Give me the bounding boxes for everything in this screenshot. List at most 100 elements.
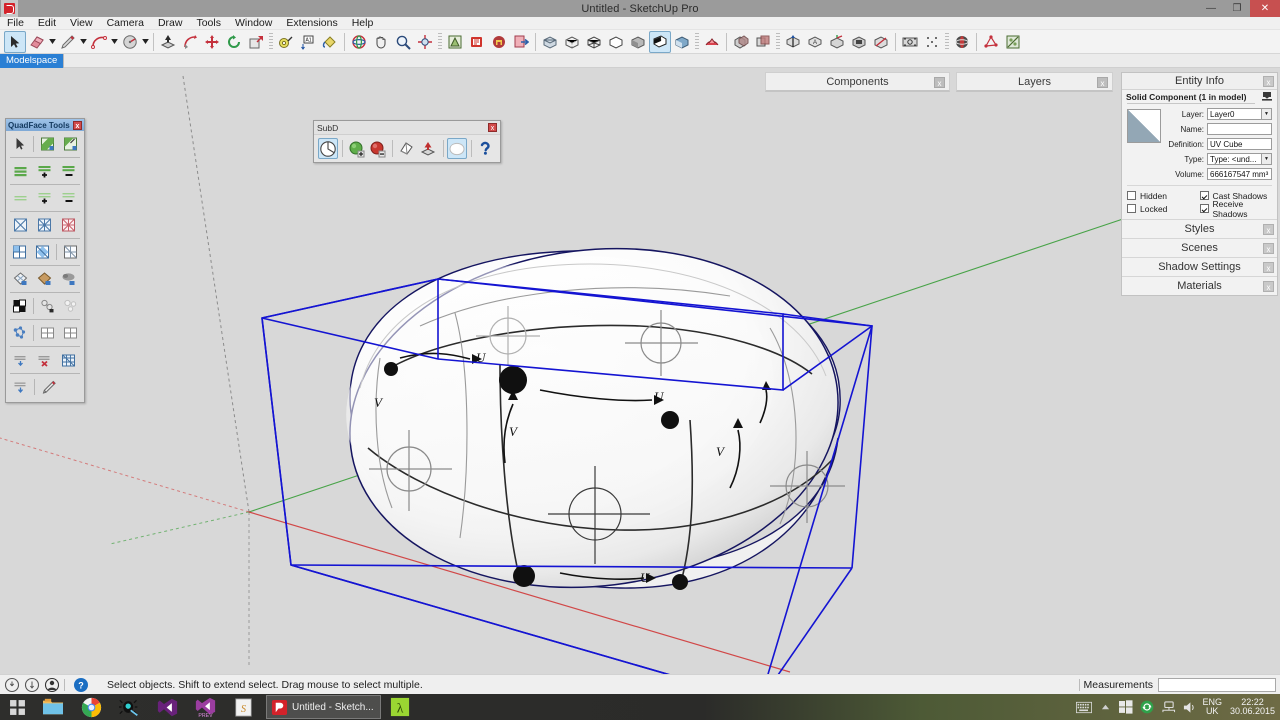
quadface-uv-copy-button[interactable]	[33, 269, 55, 289]
maximize-button[interactable]: ❐	[1224, 0, 1250, 17]
toolbar-scale-button[interactable]	[245, 31, 267, 53]
subd-remove-red-button[interactable]	[369, 138, 389, 159]
quadface-gridquads-button[interactable]	[33, 215, 55, 235]
toolbar-style-wireframe-button[interactable]	[583, 31, 605, 53]
keyboard-icon[interactable]	[1076, 699, 1093, 715]
toolbar-style-xray-button[interactable]	[539, 31, 561, 53]
subd-extrude-button[interactable]	[419, 138, 439, 159]
toolbar-parallel-proj-button[interactable]	[921, 31, 943, 53]
hidden-checkbox-icon[interactable]	[1127, 191, 1136, 200]
toolbar-select-arrow-button[interactable]	[4, 30, 26, 53]
toolbar-style-hiddenline-button[interactable]	[605, 31, 627, 53]
styles-close[interactable]: x	[1263, 224, 1274, 235]
quadface-select-ring-button[interactable]	[37, 134, 58, 154]
quadface-grid-button[interactable]	[37, 323, 58, 343]
taskbar-item-visual-studio[interactable]	[148, 694, 186, 720]
toolbar-style-monochrome-button[interactable]	[649, 30, 671, 53]
quadface-unwrap-button[interactable]	[9, 323, 30, 343]
minimize-button[interactable]: —	[1198, 0, 1224, 17]
menu-camera[interactable]: Camera	[100, 17, 151, 30]
toolbar-vertex-tools-button[interactable]	[980, 31, 1002, 53]
quadface-ring-shrink-button[interactable]	[57, 188, 79, 208]
checkbox-receive-shadows[interactable]: Receive Shadows	[1199, 199, 1273, 219]
menu-window[interactable]: Window	[228, 17, 279, 30]
toolbar-paint-bucket-button[interactable]	[319, 31, 341, 53]
tray-section-scenes[interactable]: Scenes x	[1122, 238, 1277, 257]
toolbar-sandbox-smoove-button[interactable]	[701, 31, 723, 53]
windows-icon[interactable]	[1118, 699, 1134, 715]
toolbar-position-camera-button[interactable]	[848, 31, 870, 53]
subd-close-button[interactable]: x	[488, 123, 497, 132]
tray-section-styles[interactable]: Styles x	[1122, 219, 1277, 238]
quadface-connect-button[interactable]	[9, 242, 30, 262]
clock[interactable]: 22:22 30.06.2015	[1227, 697, 1275, 717]
toolbar-tape-measure-button[interactable]	[275, 31, 297, 53]
toolbar-sphere-tool-button[interactable]	[951, 31, 973, 53]
quadface-select-loop-button[interactable]	[60, 134, 81, 154]
toolbar-pushpull-button[interactable]	[157, 31, 179, 53]
toolbar-move-button[interactable]	[201, 31, 223, 53]
receive-shadows-checkbox-icon[interactable]	[1199, 204, 1209, 213]
toolbar-style-shaded-button[interactable]	[627, 31, 649, 53]
quadface-smooth-button[interactable]	[9, 350, 31, 370]
tray-section-shadow-settings[interactable]: Shadow Settings x	[1122, 257, 1277, 276]
quadface-select-arrow-button[interactable]	[9, 134, 30, 154]
toolbar-style-texture-button[interactable]	[671, 31, 693, 53]
chevron-down-icon[interactable]	[141, 31, 150, 53]
tab-modelspace[interactable]: Modelspace	[0, 54, 65, 68]
quadface-grid2-button[interactable]	[60, 323, 81, 343]
subd-add-green-button[interactable]	[347, 138, 367, 159]
tray-section-materials[interactable]: Materials x	[1122, 276, 1277, 295]
toolbar-look-around-button[interactable]	[870, 31, 892, 53]
taskbar-item-lambda[interactable]: λ	[381, 694, 419, 720]
toolbar-style-backedges-button[interactable]	[561, 31, 583, 53]
toolbar-protractor-circle-button[interactable]	[119, 31, 141, 53]
toolbar-arc-button[interactable]	[88, 31, 110, 53]
quadface-close-button[interactable]: x	[73, 120, 82, 130]
subd-knife-button[interactable]	[397, 138, 417, 159]
layer-combobox[interactable]: Layer0 ▼	[1207, 108, 1272, 120]
quadface-uv-paste-button[interactable]	[57, 269, 79, 289]
taskbar-item-debug[interactable]	[110, 694, 148, 720]
menu-tools[interactable]: Tools	[189, 17, 228, 30]
chevron-down-icon[interactable]: ▼	[1261, 153, 1272, 165]
quadface-softenedge-button[interactable]	[9, 377, 31, 397]
location-icon[interactable]	[4, 677, 20, 693]
toolbar-pencil-line-button[interactable]	[57, 31, 79, 53]
tray-layers[interactable]: Layers x	[956, 72, 1113, 92]
toolbar-zoom-magnifier-button[interactable]	[392, 31, 414, 53]
close-button[interactable]: ✕	[1250, 0, 1280, 17]
toolbar-offset-button[interactable]	[782, 31, 804, 53]
measurements-input[interactable]	[1158, 677, 1276, 692]
toolbar-solid-intersect-button[interactable]	[752, 31, 774, 53]
chevron-down-icon[interactable]	[48, 31, 57, 53]
tray-components[interactable]: Components x	[765, 72, 950, 92]
type-combobox[interactable]: Type: <und... ▼	[1207, 153, 1272, 165]
cast-shadows-checkbox-icon[interactable]	[1199, 191, 1209, 200]
person-icon[interactable]	[44, 677, 60, 693]
toolbar-warehouse-button[interactable]	[488, 31, 510, 53]
toolbar-orbit-button[interactable]	[348, 31, 370, 53]
taskbar-item-file-explorer[interactable]	[34, 694, 72, 720]
network-sync-icon[interactable]	[1139, 699, 1155, 715]
quadface-loop-button[interactable]	[9, 161, 31, 181]
toolbar-layout-button[interactable]	[466, 31, 488, 53]
menu-extensions[interactable]: Extensions	[279, 17, 344, 30]
menu-draw[interactable]: Draw	[151, 17, 190, 30]
materials-close[interactable]: x	[1263, 281, 1274, 292]
volume-icon[interactable]	[1181, 699, 1197, 715]
quadface-copy-uv-button[interactable]	[37, 296, 58, 316]
menu-help[interactable]: Help	[345, 17, 381, 30]
volume-input[interactable]: 666167547 mm³	[1207, 168, 1272, 180]
network-icon[interactable]	[1160, 699, 1176, 715]
quadface-checker-button[interactable]	[9, 296, 30, 316]
shadow-settings-close[interactable]: x	[1263, 262, 1274, 273]
quadface-unsmooth-button[interactable]	[33, 350, 55, 370]
subd-help-button[interactable]	[476, 138, 496, 159]
scenes-close[interactable]: x	[1263, 243, 1274, 254]
menu-view[interactable]: View	[63, 17, 100, 30]
taskbar-item-sublime[interactable]: S	[224, 694, 262, 720]
toolbar-solid-outer-shell-button[interactable]	[730, 31, 752, 53]
taskbar-item-visual-studio-preview[interactable]: PREV	[186, 694, 224, 720]
toolbar-pan-hand-button[interactable]	[370, 31, 392, 53]
